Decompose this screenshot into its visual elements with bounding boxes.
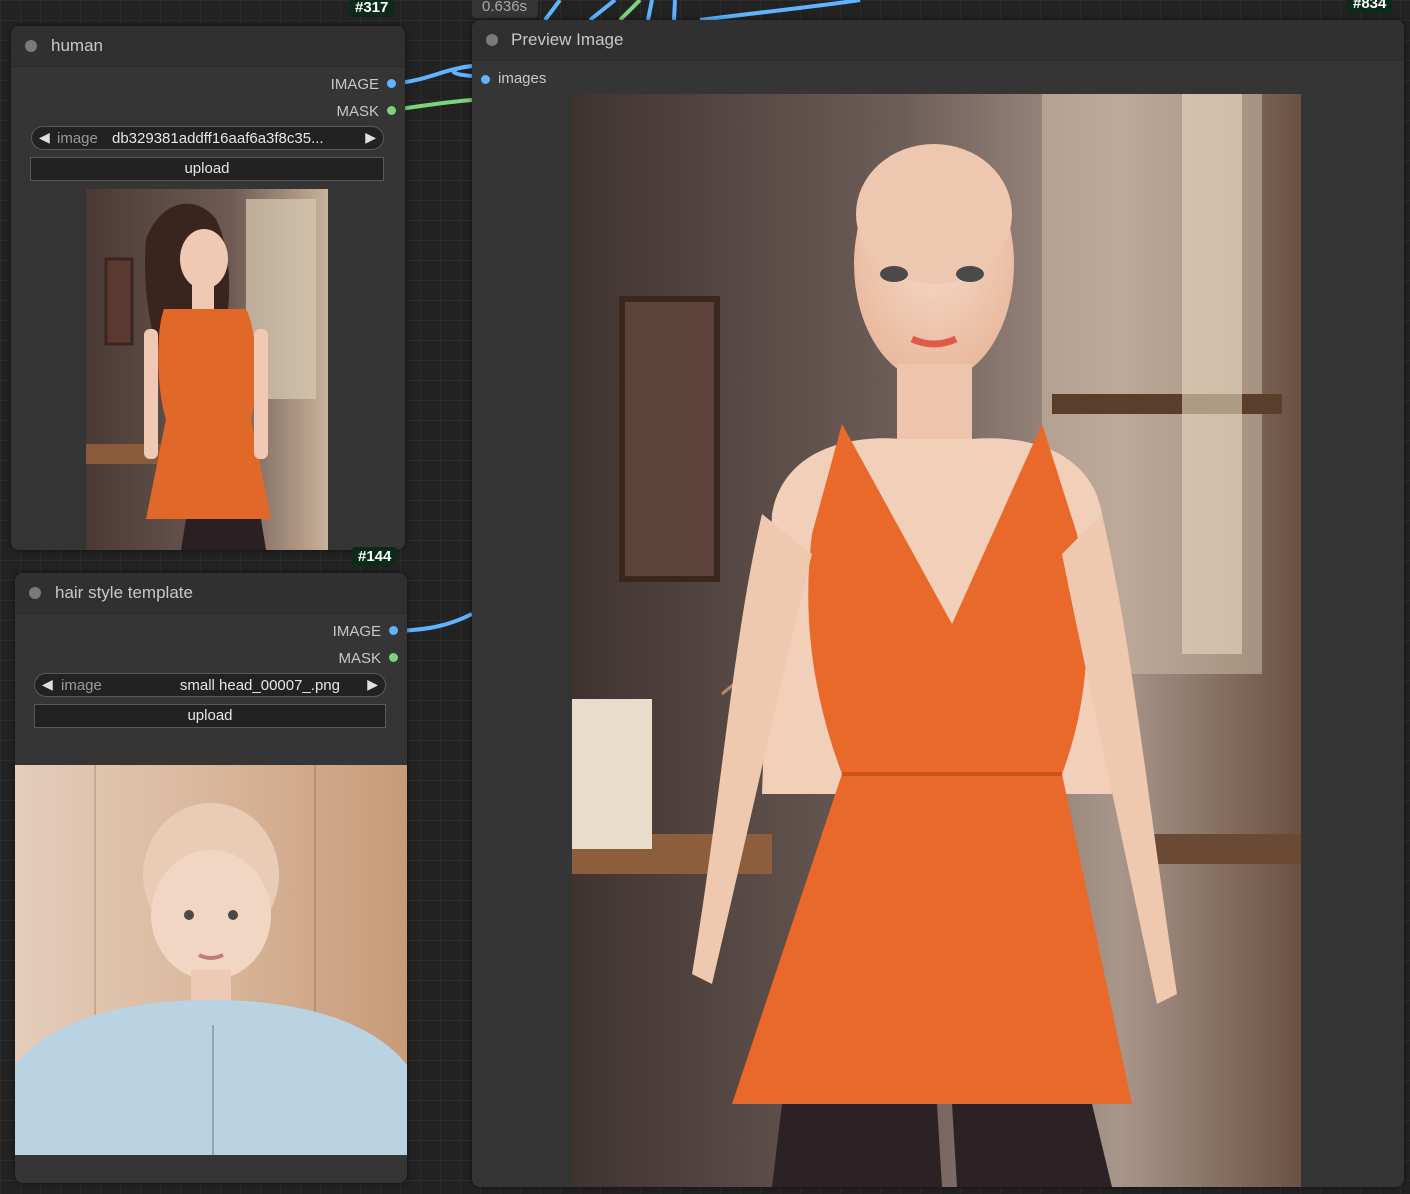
combo-label: image (57, 130, 98, 147)
template-preview-image (15, 765, 407, 1155)
image-select-combo[interactable]: ◀ image db329381addff16aaf6a3f8c35... ▶ (31, 126, 384, 150)
combo-label: image (61, 677, 102, 694)
left-arrow-icon[interactable]: ◀ (39, 129, 50, 146)
output-mask-label: MASK (338, 650, 381, 667)
wire-top-6 (699, 0, 861, 22)
combo-value: small head_00007_.png (179, 677, 340, 694)
combo-value: db329381addff16aaf6a3f8c35... (112, 130, 324, 147)
collapse-dot-icon[interactable] (25, 40, 37, 52)
preview-image-node[interactable]: Preview Image images (472, 20, 1404, 1187)
wire-top-3 (618, 0, 642, 22)
output-mask-label: MASK (336, 103, 379, 120)
upload-button[interactable]: upload (30, 157, 384, 181)
wire-top-4 (646, 0, 654, 21)
output-image-port[interactable] (387, 79, 396, 88)
human-preview-image (86, 189, 328, 550)
output-image-port[interactable] (389, 626, 398, 635)
preview-output-image[interactable] (572, 94, 1301, 1187)
node-id-badge: #834 (1347, 0, 1393, 13)
node-id-badge: #144 (352, 547, 398, 566)
upload-button[interactable]: upload (34, 704, 386, 728)
collapse-dot-icon[interactable] (29, 587, 41, 599)
node-title: hair style template (55, 583, 193, 602)
node-header[interactable]: hair style template (15, 573, 407, 614)
human-load-image-node[interactable]: human IMAGE MASK ◀ image db329381addff16… (11, 26, 405, 550)
wire-top-5 (672, 0, 677, 21)
output-image-label: IMAGE (330, 76, 379, 93)
node-header[interactable]: Preview Image (472, 20, 1404, 61)
left-arrow-icon[interactable]: ◀ (42, 676, 53, 693)
right-arrow-icon[interactable]: ▶ (367, 676, 378, 693)
node-id-badge: #317 (349, 0, 395, 17)
input-images-port[interactable] (481, 75, 490, 84)
node-title: human (51, 36, 103, 55)
execution-time-label: 0.636s (472, 0, 538, 18)
input-images-label: images (498, 70, 547, 87)
node-header[interactable]: human (11, 26, 405, 67)
wire-top-1 (543, 0, 562, 22)
output-image-label: IMAGE (332, 623, 381, 640)
output-mask-port[interactable] (387, 106, 396, 115)
hair-template-load-image-node[interactable]: hair style template IMAGE MASK ◀ image s… (15, 573, 407, 1183)
node-title: Preview Image (511, 30, 624, 49)
wire-human-image-up (451, 64, 473, 78)
image-select-combo[interactable]: ◀ image small head_00007_.png ▶ (34, 673, 386, 697)
wire-top-2 (588, 0, 617, 22)
collapse-dot-icon[interactable] (486, 34, 498, 46)
output-mask-port[interactable] (389, 653, 398, 662)
right-arrow-icon[interactable]: ▶ (365, 129, 376, 146)
